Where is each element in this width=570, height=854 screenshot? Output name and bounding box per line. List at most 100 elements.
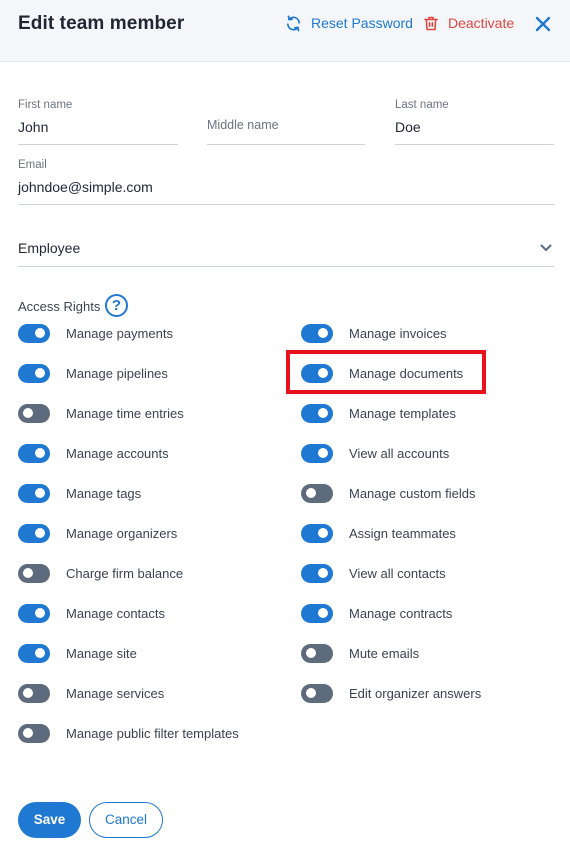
permission-toggle[interactable] <box>301 643 333 663</box>
permission-edit-organizer-answers: Edit organizer answers <box>301 683 481 703</box>
permission-toggle[interactable] <box>301 483 333 503</box>
first-name-label: First name <box>18 99 73 111</box>
permission-label: Manage site <box>66 645 137 661</box>
permission-toggle[interactable] <box>18 523 50 543</box>
permission-manage-payments: Manage payments <box>18 323 173 343</box>
permission-toggle[interactable] <box>18 723 50 743</box>
permission-label: Assign teammates <box>349 525 456 541</box>
permission-label: Manage templates <box>349 405 456 421</box>
permission-label: View all accounts <box>349 445 450 461</box>
permission-manage-invoices: Manage invoices <box>301 323 447 343</box>
access-rights-label: Access Rights <box>18 299 101 314</box>
modal-header: Edit team member Reset Password Deactiva… <box>0 0 570 62</box>
permission-toggle[interactable] <box>18 403 50 423</box>
chevron-down-icon <box>540 241 552 253</box>
permission-toggle[interactable] <box>301 403 333 423</box>
toggle-knob <box>306 488 316 498</box>
permission-label: Manage public filter templates <box>66 725 239 741</box>
toggle-knob <box>318 608 328 618</box>
toggle-knob <box>35 368 45 378</box>
toggle-knob <box>35 528 45 538</box>
last-name-field[interactable]: Last name Doe <box>395 96 554 145</box>
permission-label: Manage pipelines <box>66 365 168 381</box>
permission-charge-firm-balance: Charge firm balance <box>18 563 183 583</box>
toggle-knob <box>23 568 33 578</box>
permission-label: Manage services <box>66 685 165 701</box>
help-icon[interactable]: ? <box>105 294 128 317</box>
refresh-icon <box>285 15 302 32</box>
close-icon[interactable] <box>534 15 552 33</box>
permission-toggle[interactable] <box>301 523 333 543</box>
permission-label: View all contacts <box>349 565 446 581</box>
permission-toggle[interactable] <box>18 483 50 503</box>
email-field[interactable]: Email johndoe@simple.com <box>18 156 554 205</box>
permission-toggle[interactable] <box>18 363 50 383</box>
toggle-knob <box>318 328 328 338</box>
permission-label: Manage organizers <box>66 525 178 541</box>
toggle-knob <box>23 408 33 418</box>
last-name-label: Last name <box>395 99 449 111</box>
cancel-button[interactable]: Cancel <box>89 802 163 838</box>
permission-label: Manage contracts <box>349 605 453 621</box>
permission-label: Mute emails <box>349 645 420 661</box>
permission-manage-public-filter-templates: Manage public filter templates <box>18 723 239 743</box>
permission-toggle[interactable] <box>301 603 333 623</box>
permission-toggle[interactable] <box>18 443 50 463</box>
permission-label: Manage tags <box>66 485 142 501</box>
permission-label: Edit organizer answers <box>349 685 482 701</box>
page-title: Edit team member <box>18 13 185 34</box>
permission-toggle[interactable] <box>301 683 333 703</box>
permission-manage-custom-fields: Manage custom fields <box>301 483 475 503</box>
permission-toggle[interactable] <box>18 683 50 703</box>
permission-manage-site: Manage site <box>18 643 137 663</box>
permission-toggle[interactable] <box>301 443 333 463</box>
toggle-knob <box>35 648 45 658</box>
permission-view-all-accounts: View all accounts <box>301 443 449 463</box>
permission-toggle[interactable] <box>301 323 333 343</box>
toggle-knob <box>35 328 45 338</box>
permission-manage-documents: Manage documents <box>301 363 463 383</box>
permission-label: Charge firm balance <box>66 565 184 581</box>
permission-manage-tags: Manage tags <box>18 483 141 503</box>
email-label: Email <box>18 159 47 171</box>
permission-toggle[interactable] <box>18 323 50 343</box>
permission-mute-emails: Mute emails <box>301 643 419 663</box>
toggle-knob <box>306 648 316 658</box>
toggle-knob <box>318 568 328 578</box>
role-value: Employee <box>18 240 81 256</box>
reset-password-button[interactable]: Reset Password <box>285 13 413 33</box>
save-button[interactable]: Save <box>18 802 81 838</box>
toggle-knob <box>35 488 45 498</box>
permission-toggle[interactable] <box>18 603 50 623</box>
toggle-knob <box>318 448 328 458</box>
middle-name-label: Middle name <box>207 118 279 132</box>
permission-manage-pipelines: Manage pipelines <box>18 363 168 383</box>
permission-assign-teammates: Assign teammates <box>301 523 456 543</box>
permission-manage-services: Manage services <box>18 683 164 703</box>
permission-toggle[interactable] <box>301 563 333 583</box>
deactivate-label: Deactivate <box>448 15 515 31</box>
toggle-knob <box>318 368 328 378</box>
permission-view-all-contacts: View all contacts <box>301 563 446 583</box>
permission-manage-contracts: Manage contracts <box>301 603 452 623</box>
toggle-knob <box>23 688 33 698</box>
permission-toggle[interactable] <box>301 363 333 383</box>
reset-password-label: Reset Password <box>311 15 413 31</box>
permission-toggle[interactable] <box>18 563 50 583</box>
toggle-knob <box>35 608 45 618</box>
permission-label: Manage contacts <box>66 605 166 621</box>
permission-manage-templates: Manage templates <box>301 403 456 423</box>
toggle-knob <box>318 408 328 418</box>
first-name-field[interactable]: First name John <box>18 96 178 145</box>
middle-name-field[interactable]: Middle name <box>207 96 365 145</box>
permission-toggle[interactable] <box>18 643 50 663</box>
permission-manage-organizers: Manage organizers <box>18 523 177 543</box>
deactivate-button[interactable]: Deactivate <box>423 13 514 33</box>
permission-manage-time-entries: Manage time entries <box>18 403 184 423</box>
toggle-knob <box>23 728 33 738</box>
trash-icon <box>423 15 439 32</box>
first-name-value: John <box>18 119 49 135</box>
permission-manage-accounts: Manage accounts <box>18 443 169 463</box>
email-value: johndoe@simple.com <box>18 179 153 195</box>
role-select[interactable]: Employee <box>18 230 554 267</box>
